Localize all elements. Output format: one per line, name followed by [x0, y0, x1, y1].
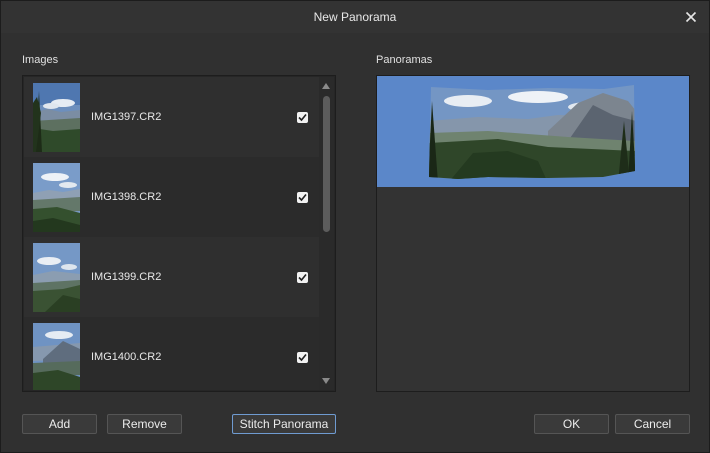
- images-list[interactable]: IMG1397.CR2 IMG1398.CR2 IMG1399.CR2 IMG1…: [22, 75, 336, 392]
- stitch-panorama-button[interactable]: Stitch Panorama: [232, 414, 336, 434]
- include-checkbox[interactable]: [297, 352, 308, 363]
- dialog-title: New Panorama: [313, 10, 397, 24]
- image-filename: IMG1399.CR2: [91, 271, 162, 283]
- image-list-item[interactable]: IMG1398.CR2: [24, 157, 320, 237]
- close-button[interactable]: [681, 7, 701, 27]
- image-filename: IMG1397.CR2: [91, 111, 162, 123]
- include-checkbox[interactable]: [297, 272, 308, 283]
- image-list-item[interactable]: IMG1400.CR2: [24, 317, 320, 390]
- cancel-button[interactable]: Cancel: [615, 414, 690, 434]
- image-list-item[interactable]: IMG1399.CR2: [24, 237, 320, 317]
- images-list-viewport: IMG1397.CR2 IMG1398.CR2 IMG1399.CR2 IMG1…: [24, 77, 320, 390]
- image-thumbnail: [33, 323, 80, 390]
- checkmark-icon: [298, 113, 307, 122]
- image-thumbnail: [33, 83, 80, 152]
- checkmark-icon: [298, 353, 307, 362]
- add-button[interactable]: Add: [22, 414, 97, 434]
- panoramas-label: Panoramas: [376, 54, 433, 66]
- remove-button[interactable]: Remove: [107, 414, 182, 434]
- image-filename: IMG1398.CR2: [91, 191, 162, 203]
- scroll-up-icon[interactable]: [322, 83, 330, 89]
- image-thumbnail: [33, 243, 80, 312]
- ok-button[interactable]: OK: [534, 414, 609, 434]
- include-checkbox[interactable]: [297, 192, 308, 203]
- image-thumbnail: [33, 163, 80, 232]
- include-checkbox[interactable]: [297, 112, 308, 123]
- images-label: Images: [22, 54, 59, 66]
- panoramas-list[interactable]: [376, 75, 690, 392]
- image-list-item[interactable]: IMG1397.CR2: [24, 77, 320, 157]
- checkmark-icon: [298, 273, 307, 282]
- close-icon: [685, 11, 697, 23]
- scrollbar-thumb[interactable]: [323, 96, 330, 232]
- image-filename: IMG1400.CR2: [91, 351, 162, 363]
- scroll-down-icon[interactable]: [322, 378, 330, 384]
- checkmark-icon: [298, 193, 307, 202]
- images-scrollbar[interactable]: [319, 77, 334, 390]
- new-panorama-dialog: New Panorama Images Panoramas IMG1397.CR…: [0, 0, 710, 453]
- title-bar: New Panorama: [1, 1, 709, 33]
- panorama-preview[interactable]: [377, 76, 689, 187]
- panorama-image: [429, 85, 635, 179]
